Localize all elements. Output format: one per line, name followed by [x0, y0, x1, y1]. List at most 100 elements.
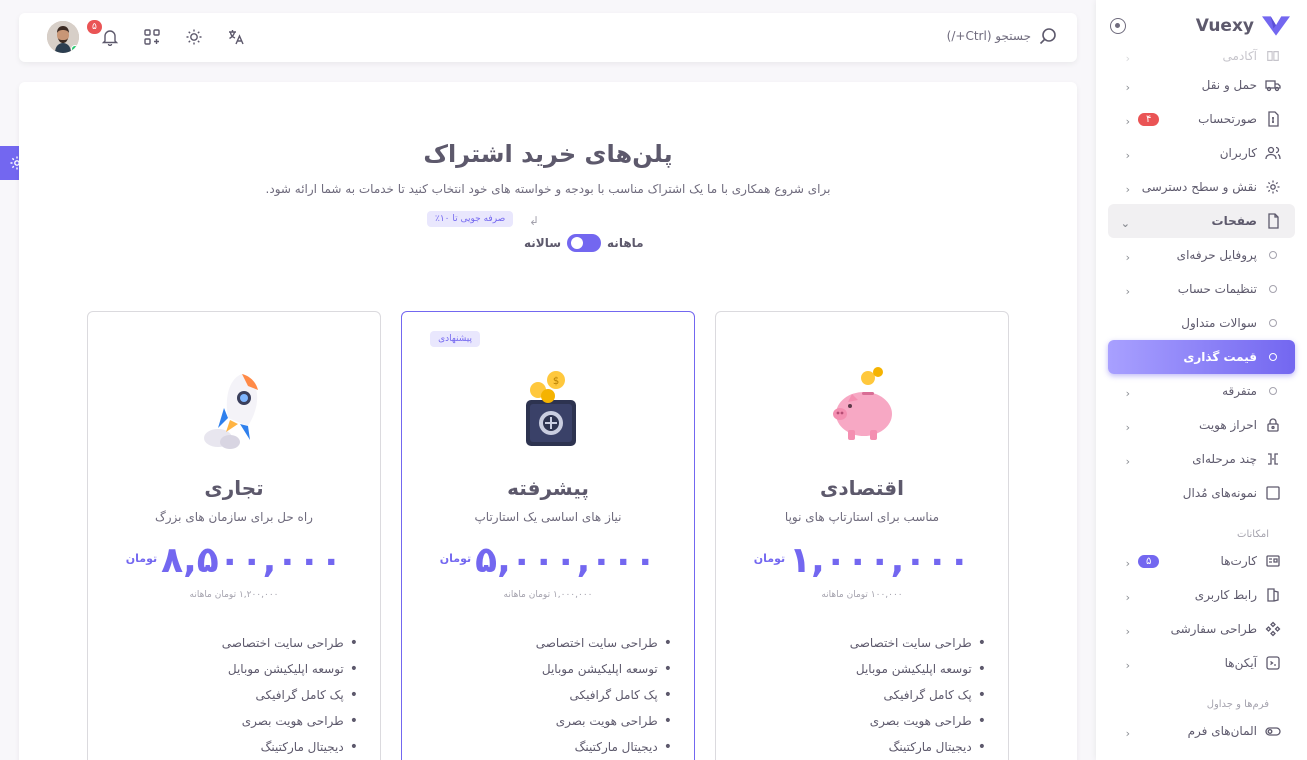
chevron-left-icon: ‹ — [1125, 115, 1130, 128]
sidebar-item-academy[interactable]: آکادمی ‹ — [1108, 44, 1295, 68]
plan-price: ۱,۰۰۰,۰۰۰ تومان — [716, 540, 1008, 581]
save-badge: صرفه جویی تا ۱۰٪ — [427, 211, 514, 227]
plan-name: تجاری — [204, 476, 264, 500]
pricing-card: پلن‌های خرید اشتراک برای شروع همکاری با … — [19, 82, 1077, 760]
plan-name: پیشرفته — [507, 476, 589, 500]
sidebar-item-invoice[interactable]: صورتحساب ۴ ‹ — [1108, 102, 1295, 136]
sidebar-item-profile[interactable]: پروفایل حرفه‌ای ‹ — [1108, 238, 1295, 272]
sidebar-item-misc[interactable]: متفرقه ‹ — [1108, 374, 1295, 408]
chevron-left-icon: ‹ — [1125, 421, 1130, 434]
plan-yearly-note: ۱,۲۰۰,۰۰۰ تومان ماهانه — [189, 590, 279, 600]
sidebar-item-pages[interactable]: صفحات ⌄ — [1108, 204, 1295, 238]
monthly-label: ماهانه — [607, 236, 644, 250]
icons-icon — [1265, 655, 1281, 671]
list-item: طراحی سایت اختصاصی — [88, 630, 358, 656]
plan-yearly-note: ۱,۰۰۰,۰۰۰ تومان ماهانه — [503, 590, 593, 600]
sidebar-menu: آکادمی ‹ حمل و نقل ‹ صورتحساب ۴ ‹ کاربرا… — [1096, 44, 1307, 748]
circle-icon — [1265, 281, 1281, 297]
billing-toggle: سالانه ماهانه — [524, 234, 644, 252]
plan-currency: تومان — [125, 552, 158, 565]
toggle-icon — [1265, 723, 1281, 739]
plan-description: نیاز های اساسی یک استارتاپ — [474, 510, 622, 524]
yearly-label: سالانه — [524, 236, 562, 250]
plan-price: ۸,۵۰۰,۰۰۰ تومان — [88, 540, 380, 581]
piggy-bank-icon — [833, 367, 892, 440]
sidebar-item-roles[interactable]: نقش و سطح دسترسی ‹ — [1108, 170, 1295, 204]
circle-icon — [1265, 349, 1281, 365]
plan-card-standard: پیشنهادی $ پیشرفته نیاز های اساسی یک است… — [401, 311, 695, 760]
notification-count-badge: ۵ — [87, 20, 102, 34]
shortcuts-button[interactable] — [141, 26, 163, 48]
chevron-left-icon: ‹ — [1125, 455, 1130, 468]
sidebar-toggle-icon[interactable] — [1110, 18, 1126, 34]
sidebar-item-ui[interactable]: رابط کاربری ‹ — [1108, 578, 1295, 612]
sidebar-item-wizard[interactable]: چند مرحله‌ای ‹ — [1108, 442, 1295, 476]
plan-price-value: ۱,۰۰۰,۰۰۰ — [789, 540, 971, 581]
sidebar-item-modals[interactable]: نمونه‌های مُدال — [1108, 476, 1295, 510]
file-icon — [1265, 213, 1281, 229]
sidebar-item-auth[interactable]: احراز هویت ‹ — [1108, 408, 1295, 442]
users-icon — [1265, 145, 1281, 161]
search-placeholder: جستجو (Ctrl+/) — [946, 29, 1031, 43]
sidebar-item-faq[interactable]: سوالات متداول — [1108, 306, 1295, 340]
chevron-left-icon: ‹ — [1125, 52, 1130, 65]
plan-features: طراحی سایت اختصاصی توسعه اپلیکیشن موبایل… — [402, 630, 694, 760]
chevron-left-icon: ‹ — [1125, 659, 1130, 672]
avatar[interactable] — [47, 21, 79, 53]
navbar-actions: ۵ — [47, 20, 247, 53]
plan-currency: تومان — [753, 552, 786, 565]
list-item: پک کامل گرافیکی — [716, 682, 986, 708]
sidebar-item-cards[interactable]: کارت‌ها ۵ ‹ — [1108, 544, 1295, 578]
circle-icon — [1265, 315, 1281, 331]
plan-description: راه حل برای سازمان های بزرگ — [155, 510, 313, 524]
list-item: دیجیتال مارکتینگ — [402, 734, 672, 760]
chevron-left-icon: ‹ — [1125, 387, 1130, 400]
plan-card-enterprise: تجاری راه حل برای سازمان های بزرگ ۸,۵۰۰,… — [87, 311, 381, 760]
grid-plus-icon — [144, 29, 160, 45]
chevron-left-icon: ‹ — [1125, 591, 1130, 604]
billing-switch[interactable] — [567, 234, 602, 252]
notifications-button[interactable]: ۵ — [87, 20, 121, 48]
list-item: دیجیتال مارکتینگ — [88, 734, 358, 760]
safe-coins-icon: $ — [526, 371, 576, 446]
list-item: پک کامل گرافیکی — [402, 682, 672, 708]
language-button[interactable] — [225, 26, 247, 48]
menu-header-features: امکانات — [1237, 529, 1269, 540]
chevron-left-icon: ‹ — [1125, 727, 1130, 740]
components-icon — [1265, 621, 1281, 637]
rocket-icon — [204, 374, 258, 449]
menu-header-forms: فرم‌ها و جداول — [1206, 699, 1269, 710]
square-icon — [1265, 485, 1281, 501]
curved-arrow-icon: ↲ — [529, 214, 540, 228]
recommended-badge: پیشنهادی — [430, 331, 480, 347]
sidebar-item-components[interactable]: طراحی سفارشی ‹ — [1108, 612, 1295, 646]
truck-icon — [1265, 77, 1281, 93]
stepper-icon — [1265, 451, 1281, 467]
sun-icon — [186, 29, 202, 45]
search-icon — [1039, 28, 1056, 45]
sidebar-item-pricing[interactable]: قیمت گذاری — [1108, 340, 1295, 374]
sidebar-item-form-elements[interactable]: المان‌های فرم ‹ — [1108, 714, 1295, 748]
sidebar-item-icons[interactable]: آیکن‌ها ‹ — [1108, 646, 1295, 680]
sidebar-item-account-settings[interactable]: تنظیمات حساب ‹ — [1108, 272, 1295, 306]
list-item: طراحی هویت بصری — [716, 708, 986, 734]
chevron-left-icon: ‹ — [1125, 285, 1130, 298]
search-bar[interactable]: جستجو (Ctrl+/) — [947, 27, 1057, 45]
list-item: توسعه اپلیکیشن موبایل — [402, 656, 672, 682]
theme-toggle-button[interactable] — [183, 26, 205, 48]
chevron-left-icon: ‹ — [1125, 183, 1130, 196]
plan-name: اقتصادی — [820, 476, 904, 500]
circle-icon — [1265, 247, 1281, 263]
bell-icon — [101, 30, 119, 46]
chevron-down-icon: ⌄ — [1120, 217, 1130, 230]
sidebar-item-logistics[interactable]: حمل و نقل ‹ — [1108, 68, 1295, 102]
list-item: طراحی سایت اختصاصی — [716, 630, 986, 656]
svg-text:$: $ — [553, 376, 559, 387]
card-icon — [1265, 553, 1281, 569]
page-subtitle: برای شروع همکاری با ما یک اشتراک مناسب ب… — [265, 182, 831, 196]
chevron-left-icon: ‹ — [1125, 625, 1130, 638]
list-item: توسعه اپلیکیشن موبایل — [88, 656, 358, 682]
sidebar-item-users[interactable]: کاربران ‹ — [1108, 136, 1295, 170]
chevron-left-icon: ‹ — [1125, 149, 1130, 162]
chevron-left-icon: ‹ — [1125, 251, 1130, 264]
